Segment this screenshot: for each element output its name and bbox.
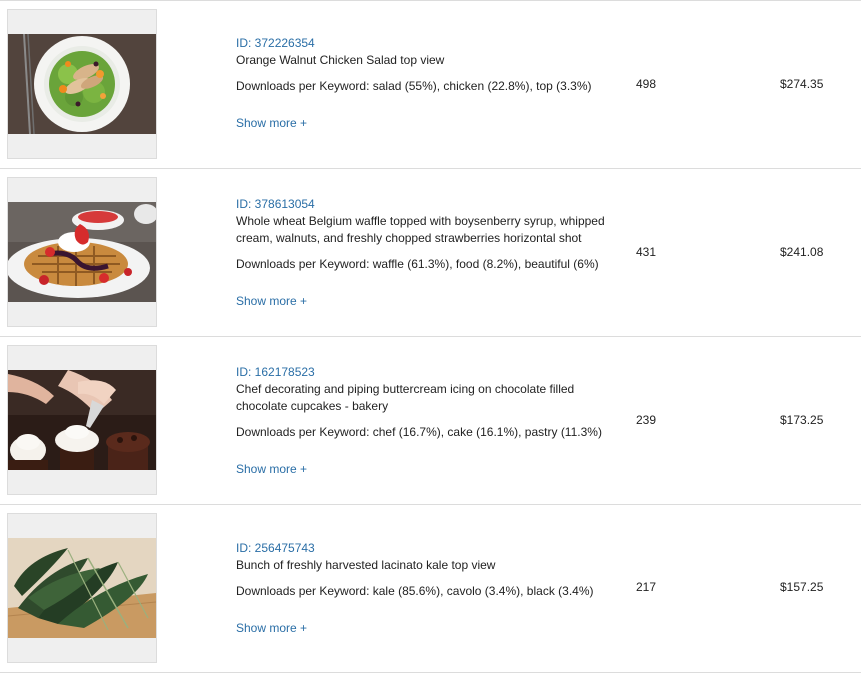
- asset-info: ID: 162178523 Chef decorating and piping…: [236, 364, 636, 478]
- thumbnail-cupcakes[interactable]: [8, 370, 156, 470]
- asset-id-link[interactable]: ID: 372226354: [236, 35, 636, 52]
- thumbnail-kale[interactable]: [8, 538, 156, 638]
- thumbnail-frame[interactable]: [7, 177, 157, 327]
- downloads-per-keyword: Downloads per Keyword: chef (16.7%), cak…: [236, 425, 602, 439]
- show-more-link[interactable]: Show more +: [236, 293, 636, 310]
- asset-title: Whole wheat Belgium waffle topped with b…: [236, 214, 605, 245]
- asset-title: Chef decorating and piping buttercream i…: [236, 382, 575, 413]
- list-item: ID: 256475743 Bunch of freshly harvested…: [0, 505, 861, 673]
- asset-id-link[interactable]: ID: 256475743: [236, 540, 636, 557]
- list-item: ID: 372226354 Orange Walnut Chicken Sala…: [0, 1, 861, 169]
- asset-list: ID: 372226354 Orange Walnut Chicken Sala…: [0, 0, 861, 673]
- download-count: 217: [636, 580, 657, 594]
- thumbnail-frame[interactable]: [7, 513, 157, 663]
- show-more-link[interactable]: Show more +: [236, 620, 636, 637]
- asset-id-link[interactable]: ID: 162178523: [236, 364, 636, 381]
- show-more-link[interactable]: Show more +: [236, 115, 636, 132]
- asset-title: Bunch of freshly harvested lacinato kale…: [236, 558, 496, 572]
- download-count: 431: [636, 245, 657, 259]
- downloads-per-keyword: Downloads per Keyword: salad (55%), chic…: [236, 79, 592, 93]
- thumbnail-salad[interactable]: [8, 34, 156, 134]
- asset-id-link[interactable]: ID: 378613054: [236, 196, 636, 213]
- thumbnail-waffle[interactable]: [8, 202, 156, 302]
- downloads-per-keyword: Downloads per Keyword: waffle (61.3%), f…: [236, 257, 599, 271]
- list-item: ID: 378613054 Whole wheat Belgium waffle…: [0, 169, 861, 337]
- asset-info: ID: 378613054 Whole wheat Belgium waffle…: [236, 196, 636, 310]
- downloads-per-keyword: Downloads per Keyword: kale (85.6%), cav…: [236, 584, 594, 598]
- thumbnail-frame[interactable]: [7, 345, 157, 495]
- list-item: ID: 162178523 Chef decorating and piping…: [0, 337, 861, 505]
- earnings-value: $157.25: [780, 580, 824, 594]
- asset-info: ID: 372226354 Orange Walnut Chicken Sala…: [236, 35, 636, 132]
- thumbnail-frame[interactable]: [7, 9, 157, 159]
- asset-title: Orange Walnut Chicken Salad top view: [236, 53, 445, 67]
- asset-info: ID: 256475743 Bunch of freshly harvested…: [236, 540, 636, 637]
- show-more-link[interactable]: Show more +: [236, 461, 636, 478]
- earnings-value: $274.35: [780, 77, 824, 91]
- earnings-value: $173.25: [780, 413, 824, 427]
- earnings-value: $241.08: [780, 245, 824, 259]
- download-count: 498: [636, 77, 657, 91]
- download-count: 239: [636, 413, 657, 427]
